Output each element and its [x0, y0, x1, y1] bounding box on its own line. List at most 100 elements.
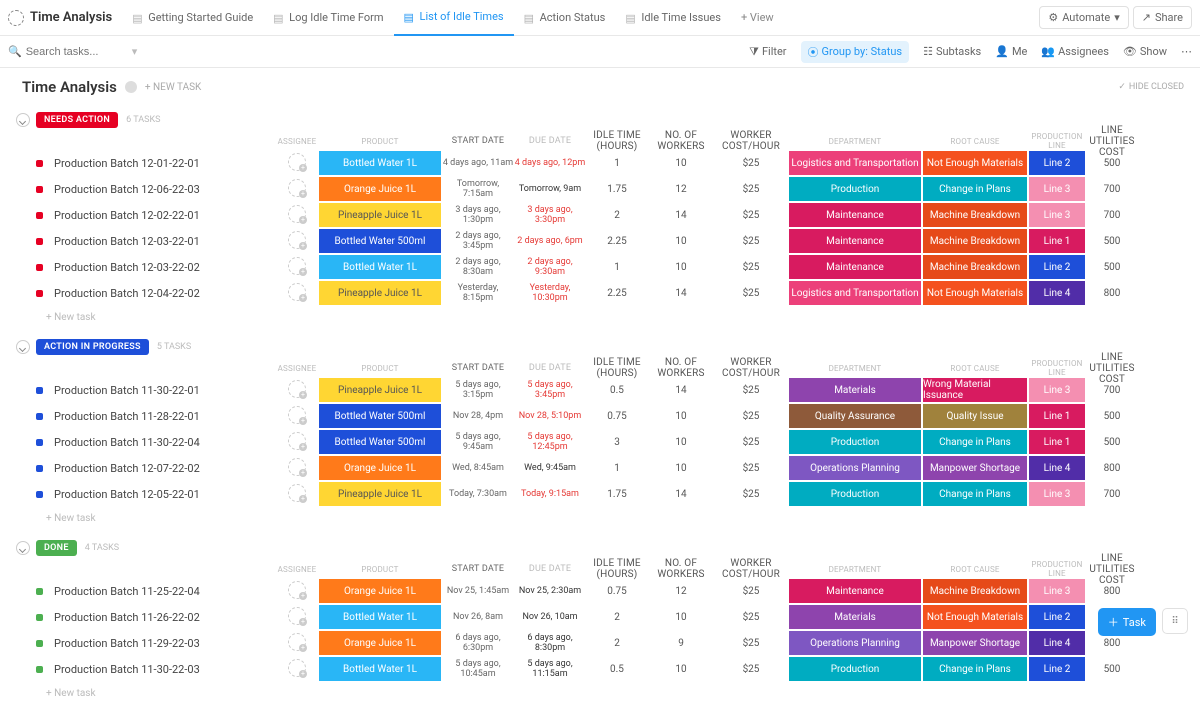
- badge[interactable]: Not Enough Materials: [923, 605, 1027, 629]
- badge[interactable]: Pineapple Juice 1L: [319, 378, 441, 402]
- idle-time[interactable]: 1.75: [586, 184, 648, 195]
- task-name[interactable]: Production Batch 12-05-22-01: [48, 488, 276, 501]
- badge[interactable]: Maintenance: [789, 229, 921, 253]
- new-task-row[interactable]: + New task: [0, 507, 1200, 530]
- badge[interactable]: Maintenance: [789, 203, 921, 227]
- collapse-icon[interactable]: [16, 113, 30, 127]
- task-row[interactable]: Production Batch 11-29-22-03Orange Juice…: [0, 630, 1200, 656]
- idle-time[interactable]: 1.75: [586, 489, 648, 500]
- badge[interactable]: Machine Breakdown: [923, 255, 1027, 279]
- badge[interactable]: Orange Juice 1L: [319, 631, 441, 655]
- workers[interactable]: 10: [648, 463, 714, 474]
- badge[interactable]: Orange Juice 1L: [319, 579, 441, 603]
- badge[interactable]: Bottled Water 500ml: [319, 404, 441, 428]
- task-name[interactable]: Production Batch 12-01-22-01: [48, 157, 276, 170]
- workers[interactable]: 12: [648, 184, 714, 195]
- start-date[interactable]: Nov 28, 4pm: [442, 411, 514, 421]
- cost[interactable]: $25: [714, 463, 788, 474]
- start-date[interactable]: 5 days ago, 10:45am: [442, 659, 514, 679]
- me-button[interactable]: 👤Me: [995, 45, 1027, 58]
- filter-button[interactable]: ⧩Filter: [749, 45, 786, 59]
- idle-time[interactable]: 1: [586, 463, 648, 474]
- task-row[interactable]: Production Batch 11-28-22-01Bottled Wate…: [0, 403, 1200, 429]
- badge[interactable]: Line 4: [1029, 281, 1085, 305]
- badge[interactable]: Machine Breakdown: [923, 203, 1027, 227]
- cost[interactable]: $25: [714, 184, 788, 195]
- new-task-row[interactable]: + New task: [0, 306, 1200, 329]
- badge[interactable]: Bottled Water 500ml: [319, 229, 441, 253]
- assignee-add[interactable]: [288, 484, 306, 502]
- badge[interactable]: Line 1: [1029, 229, 1085, 253]
- due-date[interactable]: Tomorrow, 9am: [514, 184, 586, 194]
- badge[interactable]: Line 3: [1029, 177, 1085, 201]
- cost[interactable]: $25: [714, 236, 788, 247]
- idle-time[interactable]: 0.75: [586, 411, 648, 422]
- idle-time[interactable]: 0.75: [586, 586, 648, 597]
- cost[interactable]: $25: [714, 210, 788, 221]
- workers[interactable]: 10: [648, 158, 714, 169]
- task-name[interactable]: Production Batch 11-26-22-02: [48, 611, 276, 624]
- due-date[interactable]: Today, 9:15am: [514, 489, 586, 499]
- due-date[interactable]: Nov 26, 10am: [514, 612, 586, 622]
- utilities-cost[interactable]: 700: [1086, 489, 1138, 500]
- workers[interactable]: 10: [648, 262, 714, 273]
- idle-time[interactable]: 2: [586, 638, 648, 649]
- due-date[interactable]: 2 days ago, 6pm: [514, 236, 586, 246]
- start-date[interactable]: Wed, 8:45am: [442, 463, 514, 473]
- due-date[interactable]: Nov 25, 2:30am: [514, 586, 586, 596]
- badge[interactable]: Production: [789, 177, 921, 201]
- badge[interactable]: Wrong Material Issuance: [923, 378, 1027, 402]
- search-input[interactable]: [26, 46, 126, 58]
- workers[interactable]: 9: [648, 638, 714, 649]
- cost[interactable]: $25: [714, 262, 788, 273]
- task-name[interactable]: Production Batch 12-03-22-01: [48, 235, 276, 248]
- badge[interactable]: Quality Assurance: [789, 404, 921, 428]
- idle-time[interactable]: 2.25: [586, 236, 648, 247]
- cost[interactable]: $25: [714, 638, 788, 649]
- task-name[interactable]: Production Batch 11-30-22-01: [48, 384, 276, 397]
- task-row[interactable]: Production Batch 12-03-22-01 Bottled Wate…: [0, 228, 1200, 254]
- task-name[interactable]: Production Batch 11-30-22-04: [48, 436, 276, 449]
- badge[interactable]: Materials: [789, 605, 921, 629]
- task-row[interactable]: Production Batch 12-06-22-03Orange Juice…: [0, 176, 1200, 202]
- task-name[interactable]: Production Batch 12-02-22-01: [48, 209, 276, 222]
- start-date[interactable]: Today, 7:30am: [442, 489, 514, 499]
- collapse-icon[interactable]: [16, 541, 30, 555]
- badge[interactable]: Line 4: [1029, 631, 1085, 655]
- badge[interactable]: Bottled Water 500ml: [319, 430, 441, 454]
- hide-closed-toggle[interactable]: ✓HIDE CLOSED: [1118, 82, 1184, 92]
- utilities-cost[interactable]: 800: [1086, 463, 1138, 474]
- cost[interactable]: $25: [714, 664, 788, 675]
- badge[interactable]: Manpower Shortage: [923, 631, 1027, 655]
- start-date[interactable]: Nov 26, 8am: [442, 612, 514, 622]
- badge[interactable]: Production: [789, 657, 921, 681]
- badge[interactable]: Production: [789, 430, 921, 454]
- assignee-add[interactable]: [288, 432, 306, 450]
- idle-time[interactable]: 3: [586, 437, 648, 448]
- assignee-add[interactable]: [288, 205, 306, 223]
- task-row[interactable]: Production Batch 11-25-22-04 Orange Juice…: [0, 578, 1200, 604]
- assignee-add[interactable]: [288, 179, 306, 197]
- badge[interactable]: Not Enough Materials: [923, 151, 1027, 175]
- due-date[interactable]: 5 days ago, 12:45pm: [514, 432, 586, 452]
- due-date[interactable]: 4 days ago, 12pm: [514, 158, 586, 168]
- task-row[interactable]: Production Batch 11-30-22-04 Bottled Wate…: [0, 429, 1200, 455]
- start-date[interactable]: 6 days ago, 6:30pm: [442, 633, 514, 653]
- utilities-cost[interactable]: 500: [1086, 437, 1138, 448]
- workers[interactable]: 10: [648, 664, 714, 675]
- utilities-cost[interactable]: 700: [1086, 184, 1138, 195]
- new-task-row[interactable]: + New task: [0, 682, 1200, 705]
- status-pill[interactable]: ACTION IN PROGRESS: [36, 339, 149, 355]
- workers[interactable]: 14: [648, 385, 714, 396]
- idle-time[interactable]: 0.5: [586, 385, 648, 396]
- badge[interactable]: Orange Juice 1L: [319, 456, 441, 480]
- assignee-add[interactable]: [288, 581, 306, 599]
- tab-getting-started-guide[interactable]: ▤Getting Started Guide: [122, 0, 263, 36]
- cost[interactable]: $25: [714, 586, 788, 597]
- badge[interactable]: Change in Plans: [923, 482, 1027, 506]
- task-name[interactable]: Production Batch 11-25-22-04: [48, 585, 276, 598]
- badge[interactable]: Line 3: [1029, 203, 1085, 227]
- workers[interactable]: 14: [648, 288, 714, 299]
- cost[interactable]: $25: [714, 612, 788, 623]
- assignee-add[interactable]: [288, 659, 306, 677]
